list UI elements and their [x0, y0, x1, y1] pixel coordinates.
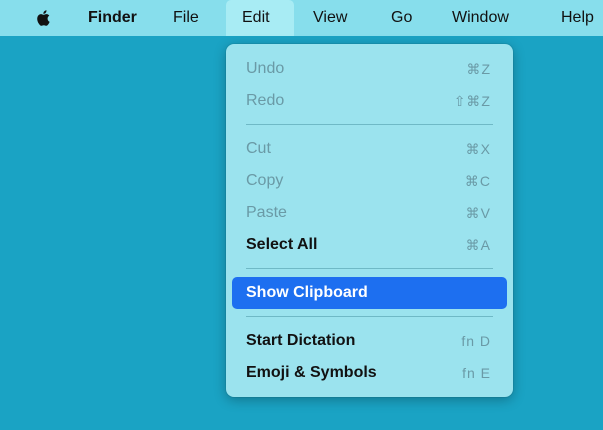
- menubar-window[interactable]: Window: [444, 0, 517, 36]
- menu-item-label: Show Clipboard: [246, 284, 368, 301]
- menu-item-shortcut: ⌘A: [465, 237, 491, 253]
- menu-item-label: Cut: [246, 140, 271, 157]
- menu-item-shortcut: ⇧⌘Z: [453, 93, 491, 109]
- menu-item-shortcut: ⌘V: [465, 205, 491, 221]
- menubar-file[interactable]: File: [165, 0, 207, 36]
- menu-item-label: Redo: [246, 92, 285, 109]
- menu-item-label: Start Dictation: [246, 332, 356, 349]
- menu-item-redo[interactable]: Redo ⇧⌘Z: [232, 85, 507, 117]
- menu-item-label: Undo: [246, 60, 285, 77]
- menu-item-shortcut: fn E: [462, 365, 491, 381]
- menubar-edit[interactable]: Edit: [226, 0, 294, 36]
- menu-item-undo[interactable]: Undo ⌘Z: [232, 53, 507, 85]
- menu-item-shortcut: ⌘Z: [466, 61, 491, 77]
- menubar-go[interactable]: Go: [383, 0, 420, 36]
- menu-item-cut[interactable]: Cut ⌘X: [232, 133, 507, 165]
- menu-bar: Finder File Edit View Go Window Help: [0, 0, 603, 36]
- menu-item-show-clipboard[interactable]: Show Clipboard: [232, 277, 507, 309]
- menu-item-start-dictation[interactable]: Start Dictation fn D: [232, 325, 507, 357]
- menu-item-paste[interactable]: Paste ⌘V: [232, 197, 507, 229]
- menu-separator: [246, 124, 493, 125]
- apple-logo-icon[interactable]: [34, 8, 54, 28]
- menu-item-shortcut: ⌘X: [465, 141, 491, 157]
- menubar-app-finder[interactable]: Finder: [80, 0, 145, 36]
- menu-item-label: Emoji & Symbols: [246, 364, 377, 381]
- menu-item-emoji-symbols[interactable]: Emoji & Symbols fn E: [232, 357, 507, 389]
- menubar-view[interactable]: View: [305, 0, 355, 36]
- menu-item-shortcut: ⌘C: [464, 173, 491, 189]
- menu-item-label: Paste: [246, 204, 287, 221]
- menu-item-select-all[interactable]: Select All ⌘A: [232, 229, 507, 261]
- menu-separator: [246, 268, 493, 269]
- menu-item-shortcut: fn D: [461, 333, 491, 349]
- menu-item-label: Select All: [246, 236, 318, 253]
- menu-item-label: Copy: [246, 172, 284, 189]
- menu-item-copy[interactable]: Copy ⌘C: [232, 165, 507, 197]
- menubar-help[interactable]: Help: [553, 0, 602, 36]
- edit-menu-dropdown: Undo ⌘Z Redo ⇧⌘Z Cut ⌘X Copy ⌘C Paste ⌘V…: [226, 44, 513, 397]
- menu-separator: [246, 316, 493, 317]
